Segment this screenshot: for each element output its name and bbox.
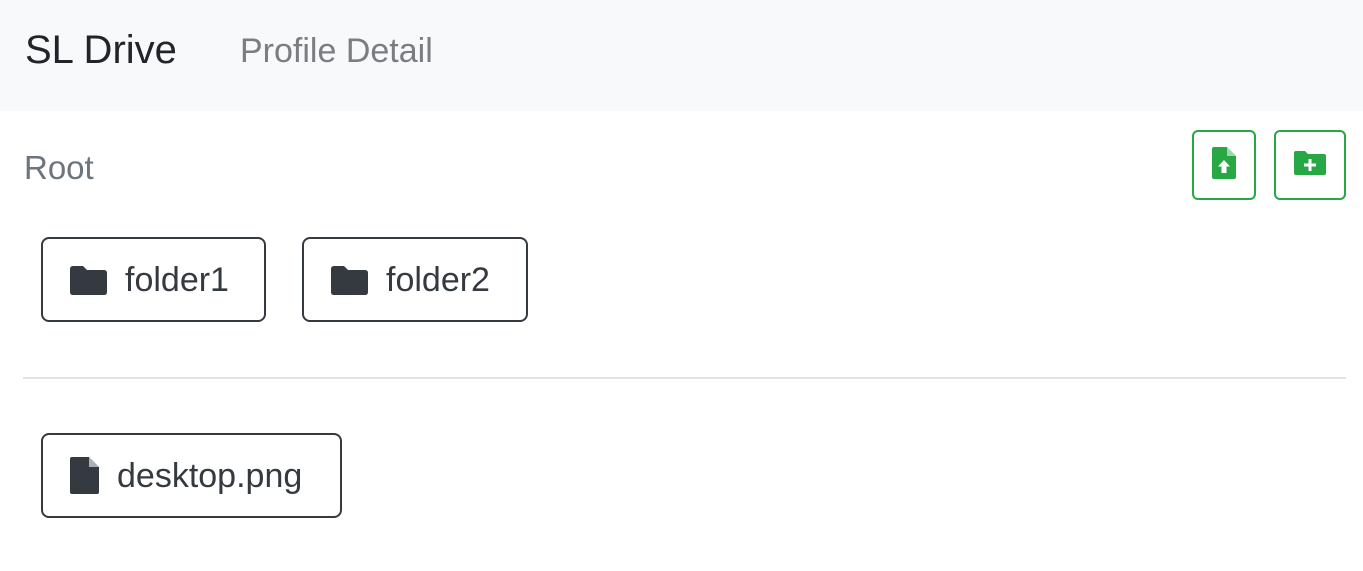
- breadcrumb: Root: [24, 149, 94, 186]
- folder-icon: [70, 265, 107, 295]
- brand-link[interactable]: SL Drive: [25, 26, 177, 74]
- folder-plus-icon: [1294, 150, 1326, 181]
- navbar: SL Drive Profile Detail: [0, 0, 1363, 111]
- folder-item[interactable]: folder2: [302, 237, 528, 322]
- file-name: desktop.png: [117, 456, 303, 495]
- divider: [23, 377, 1346, 379]
- folder-icon: [331, 265, 368, 295]
- folder-name: folder1: [125, 260, 229, 299]
- file-item[interactable]: desktop.png: [41, 433, 342, 518]
- file-icon: [70, 457, 99, 494]
- file-upload-icon: [1212, 146, 1236, 184]
- upload-file-button[interactable]: [1192, 130, 1256, 200]
- folder-item[interactable]: folder1: [41, 237, 266, 322]
- profile-detail-link[interactable]: Profile Detail: [240, 30, 433, 72]
- add-folder-button[interactable]: [1274, 130, 1346, 200]
- folder-name: folder2: [386, 260, 490, 299]
